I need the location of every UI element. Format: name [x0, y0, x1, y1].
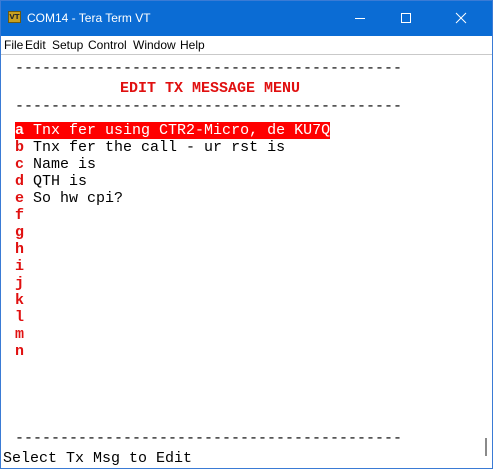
- message-key: a: [15, 122, 25, 139]
- message-key: j: [15, 275, 25, 292]
- message-key: i: [15, 258, 25, 275]
- message-text: Name is: [33, 156, 97, 173]
- divider-bottom: ----------------------------------------…: [15, 430, 403, 447]
- menu-window[interactable]: Window: [133, 38, 176, 52]
- title-bar[interactable]: VT COM14 - Tera Term VT: [1, 1, 492, 36]
- message-key: k: [15, 292, 25, 309]
- status-prompt: Select Tx Msg to Edit: [3, 450, 193, 467]
- menu-help[interactable]: Help: [180, 38, 205, 52]
- message-text: Tnx fer using CTR2-Micro, de KU7Q: [33, 122, 331, 139]
- message-row[interactable]: c Name is: [15, 156, 96, 173]
- message-row[interactable]: h: [15, 241, 33, 258]
- message-key: l: [15, 309, 25, 326]
- close-icon: [455, 12, 467, 24]
- message-key: h: [15, 241, 25, 258]
- message-row[interactable]: f: [15, 207, 33, 224]
- message-text: Tnx fer the call - ur rst is: [33, 139, 286, 156]
- scroll-thumb[interactable]: [485, 438, 487, 456]
- message-key: g: [15, 224, 25, 241]
- divider-middle: ----------------------------------------…: [15, 98, 403, 115]
- message-row[interactable]: d QTH is: [15, 173, 87, 190]
- app-icon[interactable]: VT: [8, 11, 21, 23]
- message-key: b: [15, 139, 25, 156]
- message-key: d: [15, 173, 25, 190]
- message-row[interactable]: a Tnx fer using CTR2-Micro, de KU7Q: [15, 122, 331, 139]
- maximize-button[interactable]: [387, 1, 425, 36]
- message-row[interactable]: i: [15, 258, 33, 275]
- message-row[interactable]: l: [15, 309, 33, 326]
- message-row[interactable]: e So hw cpi?: [15, 190, 123, 207]
- menu-setup[interactable]: Setup: [52, 38, 83, 52]
- window-title: COM14 - Tera Term VT: [27, 11, 151, 25]
- message-row[interactable]: j: [15, 275, 33, 292]
- message-text: QTH is: [33, 173, 88, 190]
- minimize-button[interactable]: [341, 1, 379, 36]
- terminal-screen[interactable]: ----------------------------------------…: [3, 56, 481, 468]
- minimize-icon: [355, 18, 365, 19]
- message-key: n: [15, 343, 25, 360]
- message-row[interactable]: b Tnx fer the call - ur rst is: [15, 139, 285, 156]
- divider-top: ----------------------------------------…: [15, 60, 403, 77]
- message-key: c: [15, 156, 25, 173]
- maximize-icon: [401, 13, 411, 23]
- menu-file[interactable]: File: [4, 38, 23, 52]
- close-button[interactable]: [442, 1, 480, 36]
- terminal-window: VT COM14 - Tera Term VT File Edit Setup …: [0, 0, 493, 469]
- message-row[interactable]: n: [15, 343, 33, 360]
- menu-heading: EDIT TX MESSAGE MENU: [120, 80, 301, 97]
- message-row[interactable]: k: [15, 292, 33, 309]
- vertical-scrollbar[interactable]: [481, 56, 492, 468]
- message-row[interactable]: m: [15, 326, 33, 343]
- menu-edit[interactable]: Edit: [25, 38, 46, 52]
- message-key: m: [15, 326, 25, 343]
- message-row[interactable]: g: [15, 224, 33, 241]
- menu-control[interactable]: Control: [88, 38, 127, 52]
- message-key: f: [15, 207, 25, 224]
- message-key: e: [15, 190, 25, 207]
- message-text: So hw cpi?: [33, 190, 124, 207]
- menu-bar: File Edit Setup Control Window Help: [1, 36, 492, 55]
